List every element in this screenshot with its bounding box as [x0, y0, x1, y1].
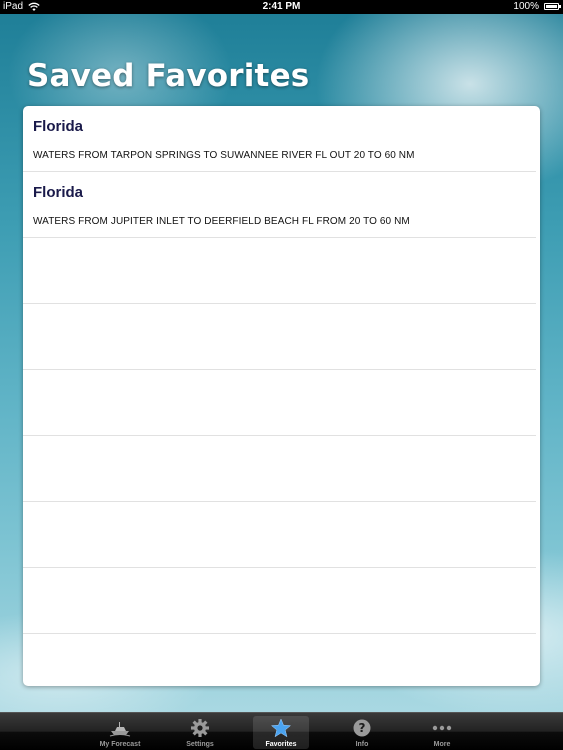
favorites-list[interactable]: Florida WATERS FROM TARPON SPRINGS TO SU…: [23, 106, 540, 686]
page-title: Saved Favorites: [27, 58, 310, 94]
tab-info[interactable]: ? Info: [334, 716, 390, 749]
tab-label: More: [433, 741, 451, 748]
star-icon: [270, 718, 292, 738]
main-content: Saved Favorites Florida WATERS FROM TARP…: [0, 14, 563, 712]
favorite-zone-description: WATERS FROM TARPON SPRINGS TO SUWANNEE R…: [33, 150, 415, 161]
battery-icon: [544, 3, 561, 10]
clock: 2:41 PM: [262, 1, 301, 12]
tab-more[interactable]: More: [414, 716, 470, 749]
favorite-region: Florida: [33, 184, 84, 201]
tab-bar: My Forecast Settings Favorites ? Info Mo…: [0, 712, 563, 750]
more-dots-icon: [432, 725, 452, 731]
empty-row: [23, 568, 536, 634]
empty-row: [23, 370, 536, 436]
tab-label: Favorites: [265, 741, 297, 748]
favorite-row[interactable]: Florida WATERS FROM JUPITER INLET TO DEE…: [23, 172, 536, 238]
svg-text:?: ?: [359, 721, 366, 735]
tab-settings[interactable]: Settings: [172, 716, 228, 749]
status-bar: iPad 2:41 PM 100%: [0, 0, 563, 14]
favorite-row[interactable]: Florida WATERS FROM TARPON SPRINGS TO SU…: [23, 106, 536, 172]
battery-percent: 100%: [513, 1, 539, 12]
favorite-zone-description: WATERS FROM JUPITER INLET TO DEERFIELD B…: [33, 216, 410, 227]
question-icon: ?: [353, 719, 371, 737]
boat-icon: [109, 722, 131, 737]
gear-icon: [191, 719, 209, 737]
empty-row: [23, 502, 536, 568]
tab-my-forecast[interactable]: My Forecast: [92, 716, 148, 749]
tab-label: Info: [355, 741, 369, 748]
empty-row: [23, 238, 536, 304]
tab-label: My Forecast: [99, 741, 141, 748]
tab-favorites[interactable]: Favorites: [253, 716, 309, 749]
favorite-region: Florida: [33, 118, 84, 135]
empty-row: [23, 436, 536, 502]
empty-row: [23, 304, 536, 370]
tab-label: Settings: [186, 741, 214, 748]
